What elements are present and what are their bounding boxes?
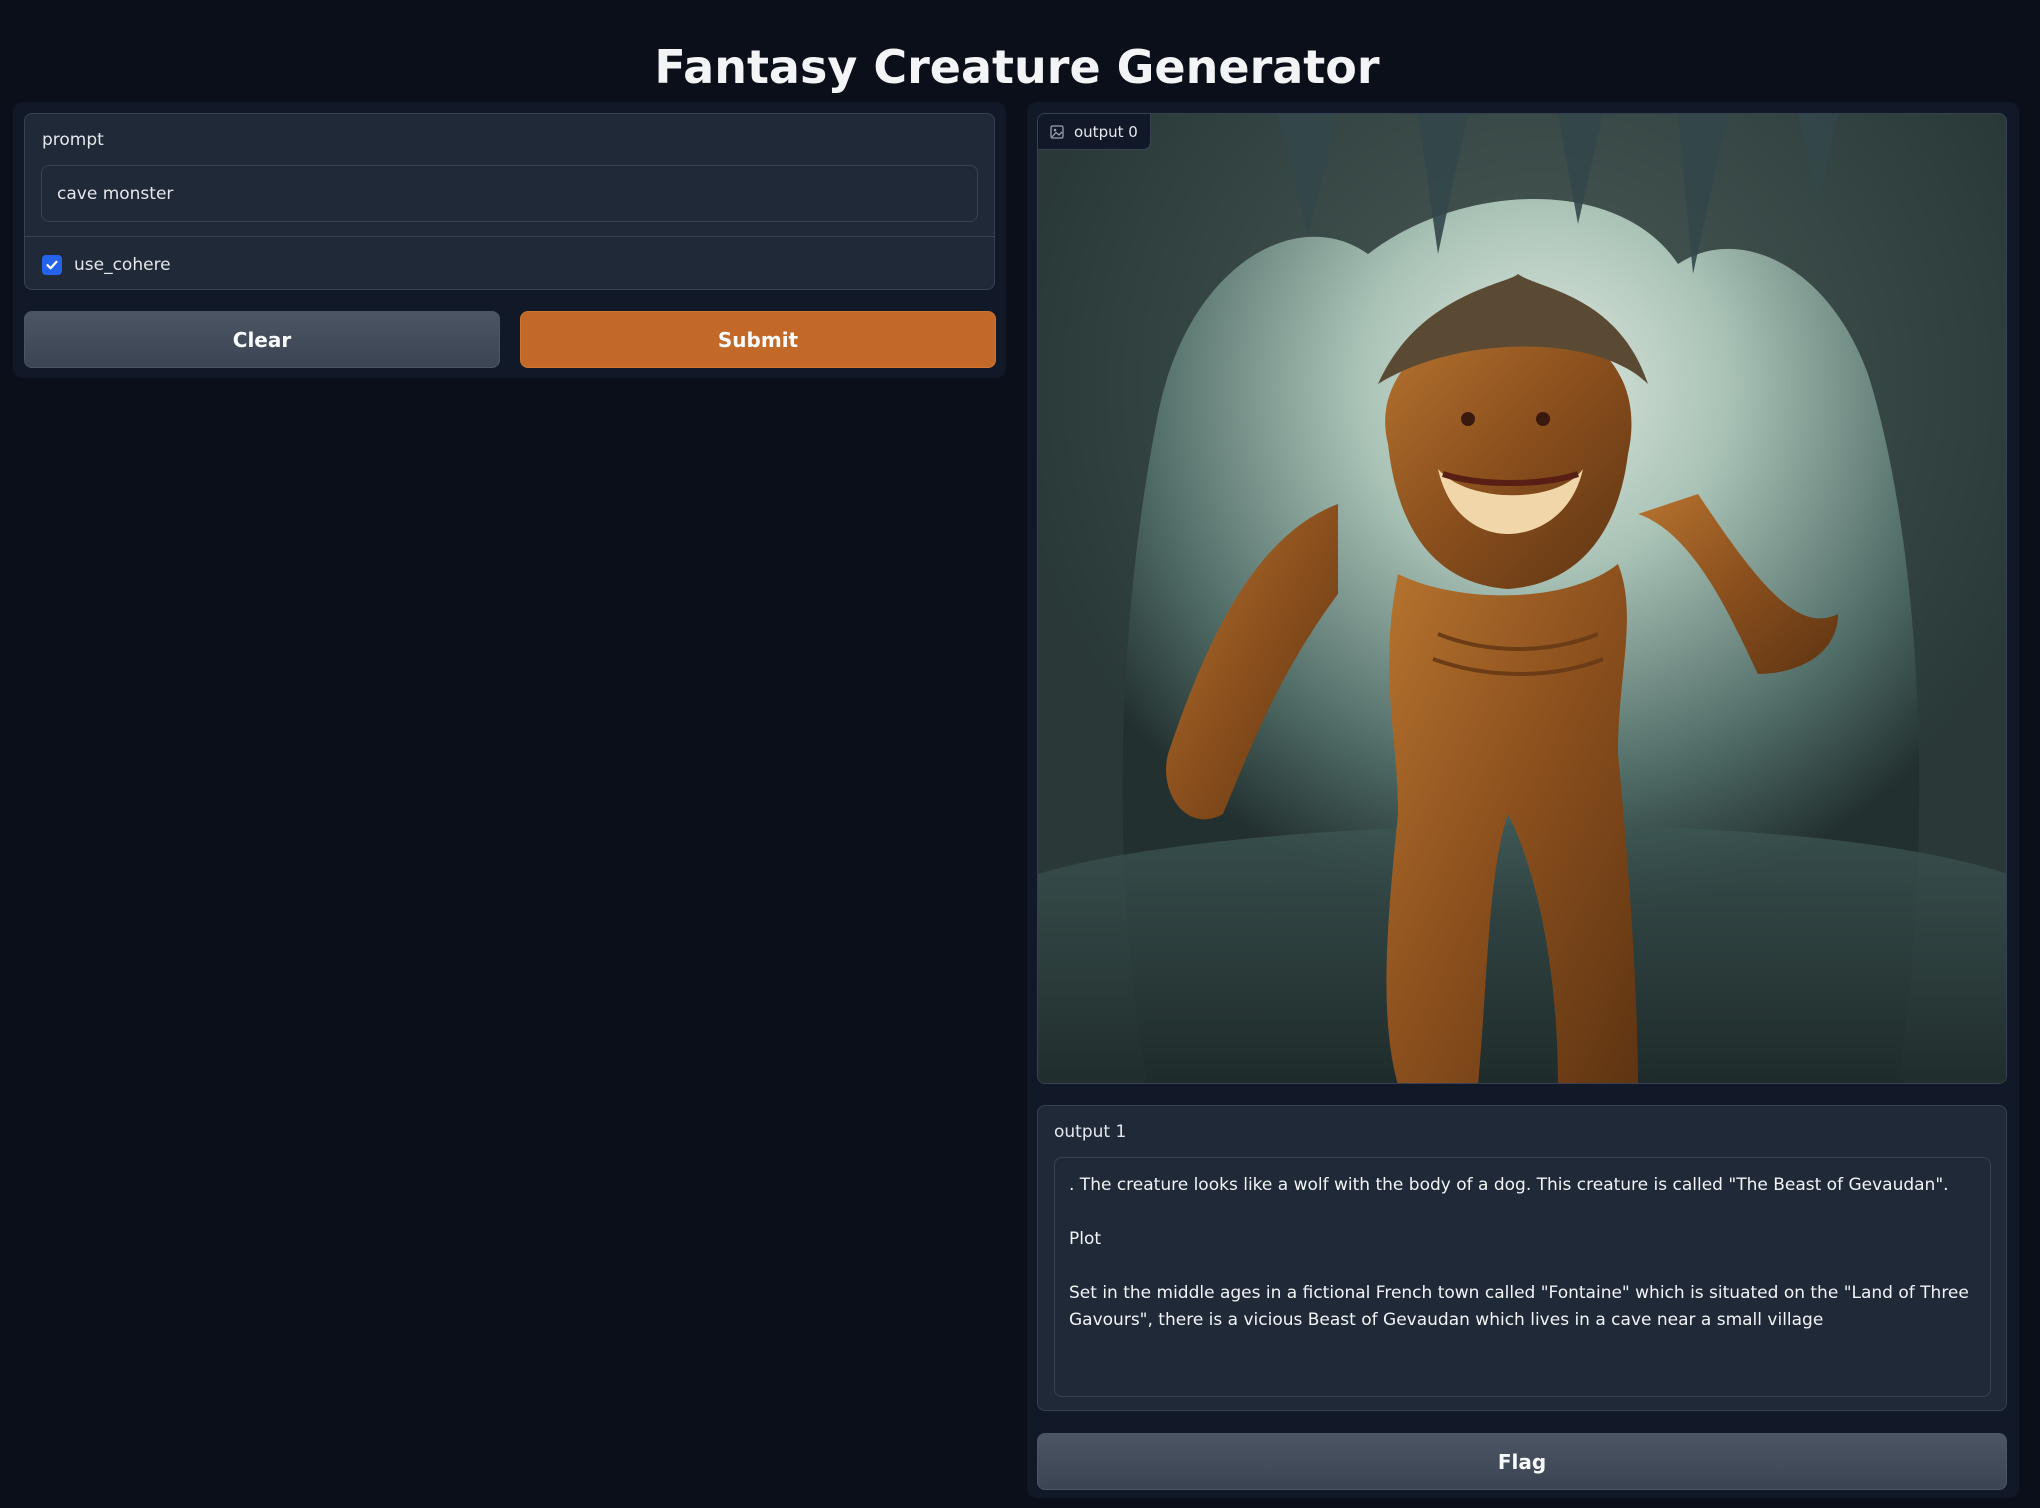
flag-button[interactable]: Flag <box>1037 1433 2007 1490</box>
submit-button[interactable]: Submit <box>520 311 996 368</box>
image-output-badge: output 0 <box>1038 114 1151 150</box>
input-block: prompt use_cohere <box>24 113 995 290</box>
text-output-label: output 1 <box>1054 1122 1127 1142</box>
use-cohere-checkbox[interactable] <box>42 255 62 275</box>
use-cohere-label: use_cohere <box>74 255 171 275</box>
clear-button[interactable]: Clear <box>24 311 500 368</box>
text-output: output 1 . The creature looks like a wol… <box>1037 1105 2007 1411</box>
output-line-3: Set in the middle ages in a fictional Fr… <box>1069 1283 1969 1330</box>
page-title: Fantasy Creature Generator <box>654 39 1380 94</box>
input-panel: prompt use_cohere Clear Submit <box>13 102 1006 378</box>
output-line-1: . The creature looks like a wolf with th… <box>1069 1175 1949 1195</box>
prompt-input[interactable] <box>41 165 978 222</box>
output-line-2: Plot <box>1069 1229 1102 1249</box>
output-panel: output 0 output 1 . The creature looks l… <box>1027 102 2019 1498</box>
image-output-label: output 0 <box>1074 122 1138 141</box>
image-output: output 0 <box>1037 113 2007 1084</box>
divider <box>25 236 994 237</box>
image-icon <box>1050 124 1064 139</box>
generated-creature-image <box>1038 114 2006 1083</box>
use-cohere-row[interactable]: use_cohere <box>42 251 171 279</box>
check-icon <box>46 260 58 270</box>
text-output-box[interactable]: . The creature looks like a wolf with th… <box>1054 1157 1991 1397</box>
prompt-label: prompt <box>42 130 104 150</box>
